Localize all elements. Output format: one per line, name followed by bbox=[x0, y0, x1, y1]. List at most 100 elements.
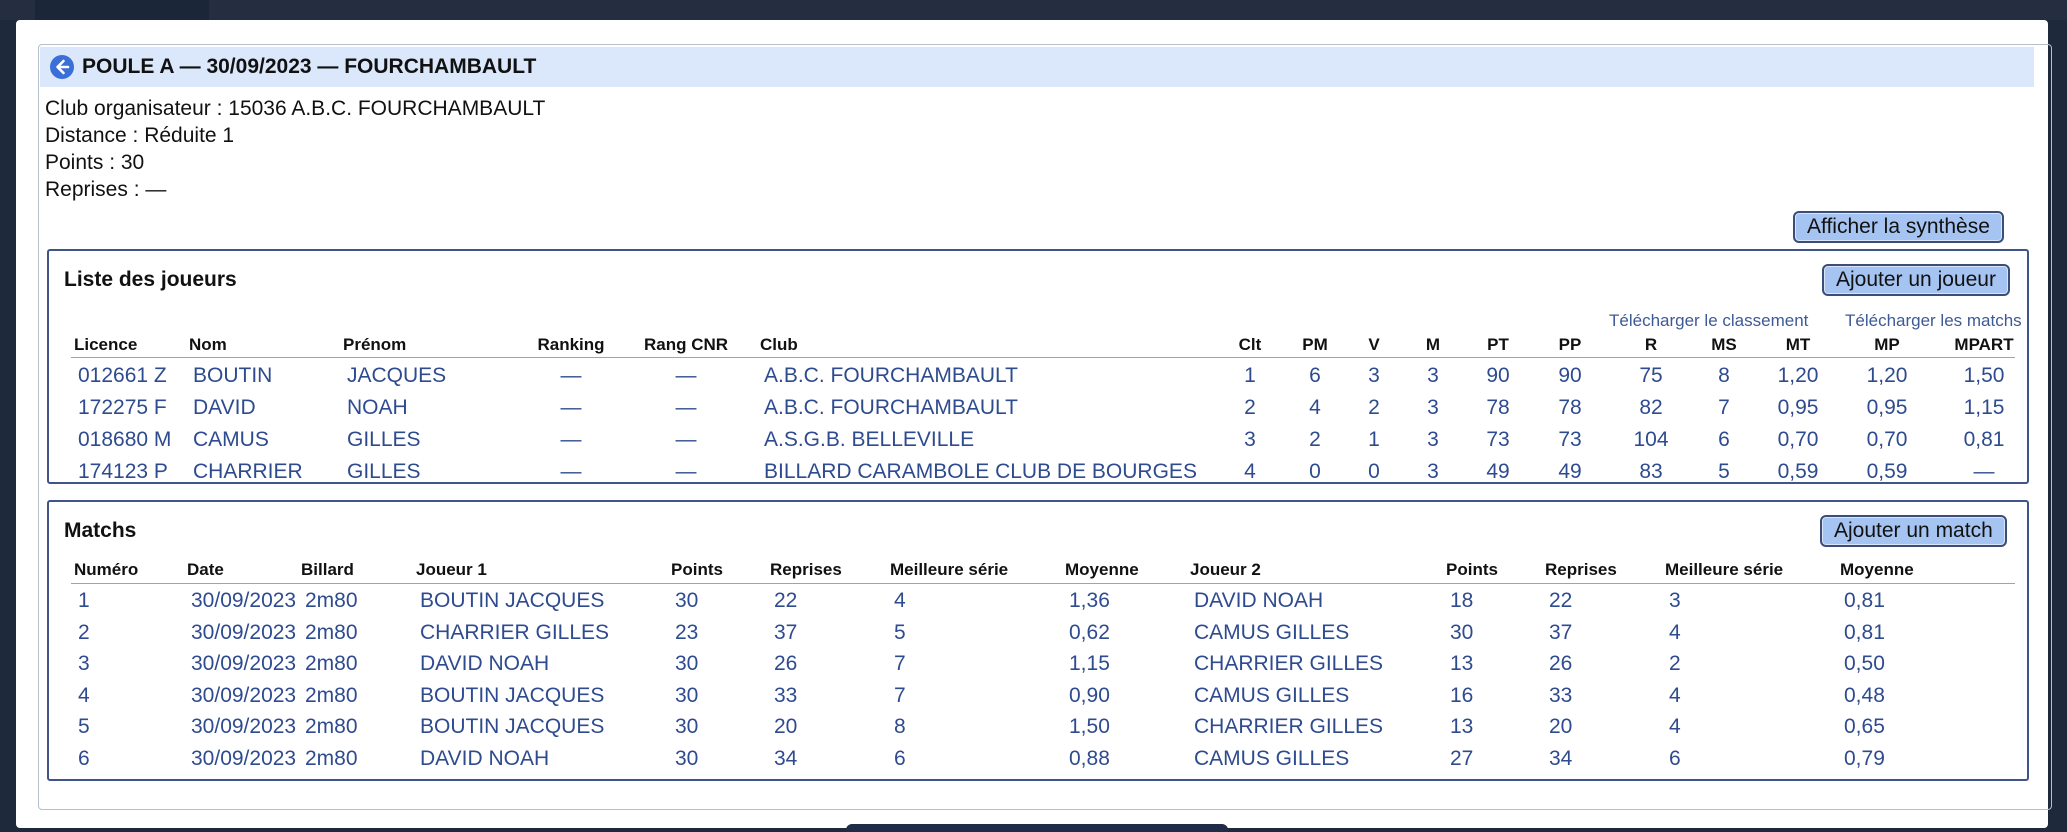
matches-cell[interactable]: 0,48 bbox=[1844, 684, 1885, 708]
matches-cell[interactable]: 0,50 bbox=[1844, 652, 1885, 676]
players-cell[interactable]: A.B.C. FOURCHAMBAULT bbox=[764, 396, 1018, 420]
players-cell[interactable]: 012661 Z bbox=[78, 364, 167, 388]
matches-cell[interactable]: CHARRIER GILLES bbox=[1194, 652, 1383, 676]
matches-cell[interactable]: 6 bbox=[78, 747, 90, 771]
matches-cell[interactable]: CAMUS GILLES bbox=[1194, 747, 1349, 771]
matches-cell[interactable]: 2 bbox=[1669, 652, 1681, 676]
matches-cell[interactable]: 30 bbox=[675, 715, 698, 739]
matches-cell[interactable]: 2 bbox=[78, 621, 90, 645]
matches-cell[interactable]: 33 bbox=[1549, 684, 1572, 708]
matches-cell[interactable]: 2m80 bbox=[305, 621, 358, 645]
matches-cell[interactable]: 27 bbox=[1450, 747, 1473, 771]
matches-cell[interactable]: 5 bbox=[78, 715, 90, 739]
matches-cell[interactable]: 0,79 bbox=[1844, 747, 1885, 771]
players-cell[interactable]: A.B.C. FOURCHAMBAULT bbox=[764, 364, 1018, 388]
matches-cell[interactable]: 5 bbox=[894, 621, 906, 645]
matches-cell[interactable]: 20 bbox=[774, 715, 797, 739]
matches-cell[interactable]: 30 bbox=[675, 652, 698, 676]
matches-cell[interactable]: 30/09/2023 bbox=[191, 652, 296, 676]
players-cell[interactable]: — bbox=[626, 364, 746, 388]
matches-cell[interactable]: 37 bbox=[1549, 621, 1572, 645]
matches-cell[interactable]: 4 bbox=[894, 589, 906, 613]
matches-cell[interactable]: 26 bbox=[774, 652, 797, 676]
matches-cell[interactable]: 2m80 bbox=[305, 652, 358, 676]
players-cell[interactable]: 018680 M bbox=[78, 428, 171, 452]
matches-cell[interactable]: 2m80 bbox=[305, 715, 358, 739]
players-cell[interactable]: 1,15 bbox=[1924, 396, 2044, 420]
matches-cell[interactable]: 33 bbox=[774, 684, 797, 708]
matches-cell[interactable]: 30/09/2023 bbox=[191, 684, 296, 708]
matches-cell[interactable]: 34 bbox=[774, 747, 797, 771]
matches-cell[interactable]: 34 bbox=[1549, 747, 1572, 771]
matches-cell[interactable]: 0,81 bbox=[1844, 589, 1885, 613]
matches-cell[interactable]: 30 bbox=[1450, 621, 1473, 645]
matches-cell[interactable]: 22 bbox=[1549, 589, 1572, 613]
matches-cell[interactable]: CHARRIER GILLES bbox=[420, 621, 609, 645]
matches-cell[interactable]: 16 bbox=[1450, 684, 1473, 708]
matches-cell[interactable]: 13 bbox=[1450, 652, 1473, 676]
matches-cell[interactable]: 20 bbox=[1549, 715, 1572, 739]
players-cell[interactable]: 0,81 bbox=[1924, 428, 2044, 452]
matches-cell[interactable]: 8 bbox=[894, 715, 906, 739]
players-cell[interactable]: JACQUES bbox=[347, 364, 446, 388]
players-cell[interactable]: CHARRIER bbox=[193, 460, 303, 484]
matches-cell[interactable]: 4 bbox=[1669, 715, 1681, 739]
players-cell[interactable]: — bbox=[511, 364, 631, 388]
matches-cell[interactable]: 0,65 bbox=[1844, 715, 1885, 739]
matches-cell[interactable]: 3 bbox=[78, 652, 90, 676]
matches-cell[interactable]: 30/09/2023 bbox=[191, 589, 296, 613]
matches-cell[interactable]: 2m80 bbox=[305, 684, 358, 708]
top-tab[interactable] bbox=[35, 0, 209, 20]
players-cell[interactable]: CAMUS bbox=[193, 428, 269, 452]
matches-cell[interactable]: BOUTIN JACQUES bbox=[420, 589, 604, 613]
players-cell[interactable]: A.S.G.B. BELLEVILLE bbox=[764, 428, 974, 452]
matches-cell[interactable]: 23 bbox=[675, 621, 698, 645]
matches-cell[interactable]: 13 bbox=[1450, 715, 1473, 739]
matches-cell[interactable]: 4 bbox=[1669, 684, 1681, 708]
matches-cell[interactable]: 30 bbox=[675, 684, 698, 708]
matches-cell[interactable]: CHARRIER GILLES bbox=[1194, 715, 1383, 739]
players-cell[interactable]: — bbox=[626, 396, 746, 420]
matches-cell[interactable]: 0,90 bbox=[1069, 684, 1110, 708]
players-cell[interactable]: — bbox=[511, 460, 631, 484]
matches-cell[interactable]: 18 bbox=[1450, 589, 1473, 613]
matches-cell[interactable]: 1 bbox=[78, 589, 90, 613]
players-cell[interactable]: — bbox=[511, 396, 631, 420]
matches-cell[interactable]: CAMUS GILLES bbox=[1194, 621, 1349, 645]
matches-cell[interactable]: 1,36 bbox=[1069, 589, 1110, 613]
show-synthesis-button[interactable]: Afficher la synthèse bbox=[1793, 211, 2004, 243]
players-cell[interactable]: — bbox=[511, 428, 631, 452]
matches-cell[interactable]: 30/09/2023 bbox=[191, 715, 296, 739]
players-cell[interactable]: GILLES bbox=[347, 460, 421, 484]
matches-cell[interactable]: 30/09/2023 bbox=[191, 747, 296, 771]
back-arrow-icon[interactable] bbox=[50, 55, 74, 79]
matches-cell[interactable]: 2m80 bbox=[305, 747, 358, 771]
matches-cell[interactable]: 2m80 bbox=[305, 589, 358, 613]
bottom-button[interactable] bbox=[846, 824, 1228, 832]
matches-cell[interactable]: 0,62 bbox=[1069, 621, 1110, 645]
matches-cell[interactable]: BOUTIN JACQUES bbox=[420, 684, 604, 708]
players-cell[interactable]: 1,50 bbox=[1924, 364, 2044, 388]
matches-cell[interactable]: 7 bbox=[894, 684, 906, 708]
matches-cell[interactable]: 0,88 bbox=[1069, 747, 1110, 771]
players-cell[interactable]: — bbox=[626, 428, 746, 452]
players-cell[interactable]: BOUTIN bbox=[193, 364, 272, 388]
add-match-button[interactable]: Ajouter un match bbox=[1820, 515, 2007, 547]
download-matches-link[interactable]: Télécharger les matchs bbox=[1845, 311, 2022, 331]
players-cell[interactable]: — bbox=[1924, 460, 2044, 484]
players-cell[interactable]: — bbox=[626, 460, 746, 484]
matches-cell[interactable]: 37 bbox=[774, 621, 797, 645]
matches-cell[interactable]: 6 bbox=[894, 747, 906, 771]
players-cell[interactable]: GILLES bbox=[347, 428, 421, 452]
matches-cell[interactable]: CAMUS GILLES bbox=[1194, 684, 1349, 708]
players-cell[interactable]: 174123 P bbox=[78, 460, 168, 484]
add-player-button[interactable]: Ajouter un joueur bbox=[1822, 264, 2010, 296]
matches-cell[interactable]: DAVID NOAH bbox=[420, 747, 549, 771]
matches-cell[interactable]: 6 bbox=[1669, 747, 1681, 771]
matches-cell[interactable]: 1,50 bbox=[1069, 715, 1110, 739]
players-cell[interactable]: DAVID bbox=[193, 396, 256, 420]
download-ranking-link[interactable]: Télécharger le classement bbox=[1609, 311, 1808, 331]
players-cell[interactable]: BILLARD CARAMBOLE CLUB DE BOURGES bbox=[764, 460, 1197, 484]
matches-cell[interactable]: DAVID NOAH bbox=[1194, 589, 1323, 613]
matches-cell[interactable]: DAVID NOAH bbox=[420, 652, 549, 676]
